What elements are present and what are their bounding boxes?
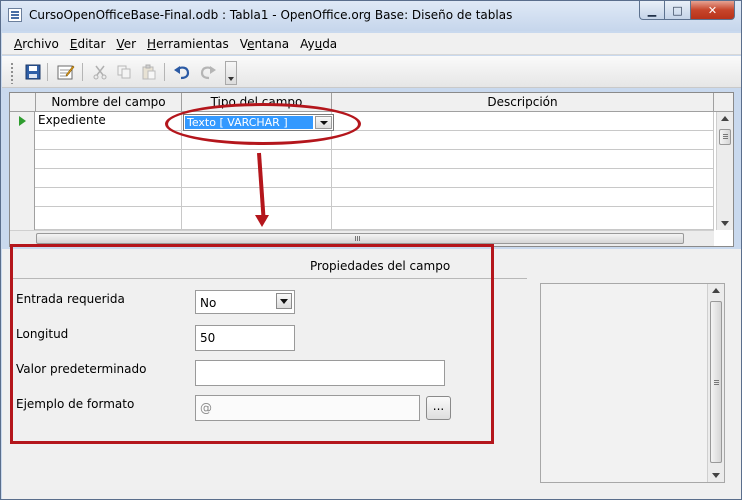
annotation-arrow-head bbox=[255, 215, 269, 234]
menu-archivo[interactable]: Archivo bbox=[14, 37, 59, 51]
title-bar[interactable]: CursoOpenOfficeBase-Final.odb : Tabla1 -… bbox=[1, 1, 741, 31]
column-header-description[interactable]: Descripción bbox=[332, 93, 714, 112]
menu-ventana[interactable]: Ventana bbox=[240, 37, 289, 51]
highlight-oval bbox=[165, 103, 361, 145]
undo-button[interactable] bbox=[172, 62, 192, 82]
field-description-cell[interactable] bbox=[332, 112, 714, 131]
scroll-down-arrow-icon[interactable] bbox=[712, 473, 720, 478]
field-description-cell[interactable] bbox=[332, 207, 714, 230]
scroll-up-arrow-icon[interactable] bbox=[721, 116, 729, 121]
app-icon bbox=[8, 8, 22, 22]
redo-button[interactable] bbox=[198, 62, 218, 82]
app-window: CursoOpenOfficeBase-Final.odb : Tabla1 -… bbox=[0, 0, 742, 500]
grip-icon bbox=[714, 380, 719, 381]
toolbar bbox=[2, 56, 741, 88]
undo-icon bbox=[174, 66, 190, 80]
close-button[interactable]: ✕ bbox=[691, 1, 735, 20]
field-name-cell[interactable] bbox=[36, 169, 182, 188]
scroll-up-arrow-icon[interactable] bbox=[712, 288, 720, 293]
toolbar-separator bbox=[82, 63, 83, 81]
redo-icon bbox=[200, 66, 216, 80]
row-header[interactable] bbox=[10, 207, 35, 230]
edit-index-icon bbox=[57, 65, 75, 80]
table-row[interactable]: Expediente bbox=[10, 112, 714, 131]
field-type-cell[interactable] bbox=[182, 188, 332, 207]
cut-icon bbox=[93, 65, 107, 80]
paste-icon bbox=[142, 64, 156, 80]
grip-icon bbox=[355, 236, 356, 241]
minimize-button[interactable]: ▁ bbox=[639, 1, 665, 20]
table-row[interactable] bbox=[10, 150, 714, 169]
table-row[interactable] bbox=[10, 131, 714, 150]
column-header-name[interactable]: Nombre del campo bbox=[36, 93, 182, 112]
field-description-cell[interactable] bbox=[332, 188, 714, 207]
row-header[interactable] bbox=[10, 131, 35, 150]
menu-herramientas[interactable]: Herramientas bbox=[147, 37, 229, 51]
window-controls: ▁ □ ✕ bbox=[639, 1, 735, 20]
menu-ver[interactable]: Ver bbox=[116, 37, 136, 51]
row-header[interactable] bbox=[10, 112, 35, 131]
toolbar-separator bbox=[47, 63, 48, 81]
current-row-arrow-icon bbox=[19, 116, 26, 126]
table-row[interactable] bbox=[10, 169, 714, 188]
field-description-cell[interactable] bbox=[332, 169, 714, 188]
toolbar-overflow-button[interactable] bbox=[225, 61, 237, 85]
index-design-button[interactable] bbox=[56, 62, 76, 82]
help-scrollbar[interactable] bbox=[707, 284, 724, 482]
table-row[interactable] bbox=[10, 207, 714, 230]
field-name-cell[interactable] bbox=[36, 207, 182, 230]
highlight-rectangle bbox=[10, 244, 494, 444]
field-name-cell[interactable] bbox=[36, 131, 182, 150]
scrollbar-thumb[interactable] bbox=[719, 129, 731, 145]
scrollbar-thumb[interactable] bbox=[36, 233, 684, 244]
row-header[interactable] bbox=[10, 188, 35, 207]
copy-icon bbox=[117, 65, 131, 79]
grip-icon bbox=[723, 134, 728, 135]
save-icon bbox=[25, 64, 41, 80]
help-text-box bbox=[540, 283, 725, 483]
field-description-cell[interactable] bbox=[332, 131, 714, 150]
row-header[interactable] bbox=[10, 150, 35, 169]
save-button[interactable] bbox=[23, 62, 43, 82]
field-type-cell[interactable] bbox=[182, 169, 332, 188]
row-header[interactable] bbox=[10, 169, 35, 188]
toolbar-grip[interactable] bbox=[10, 62, 14, 84]
window-title: CursoOpenOfficeBase-Final.odb : Tabla1 -… bbox=[29, 8, 513, 22]
scrollbar-thumb[interactable] bbox=[710, 301, 722, 463]
table-design-grid: Nombre del campo Tipo del campo Descripc… bbox=[9, 92, 734, 247]
paste-button[interactable] bbox=[139, 62, 159, 82]
field-name-cell[interactable] bbox=[36, 188, 182, 207]
table-row[interactable] bbox=[10, 188, 714, 207]
toolbar-separator bbox=[164, 63, 165, 81]
cut-button[interactable] bbox=[90, 62, 110, 82]
field-name-cell[interactable] bbox=[36, 150, 182, 169]
field-description-cell[interactable] bbox=[332, 150, 714, 169]
field-name-cell[interactable]: Expediente bbox=[36, 112, 182, 131]
corner-cell bbox=[10, 93, 36, 112]
vertical-scrollbar[interactable] bbox=[716, 112, 733, 230]
maximize-button[interactable]: □ bbox=[665, 1, 691, 20]
menu-bar: Archivo Editar Ver Herramientas Ventana … bbox=[2, 33, 741, 55]
menu-ayuda[interactable]: Ayuda bbox=[300, 37, 337, 51]
scroll-down-arrow-icon[interactable] bbox=[721, 221, 729, 226]
copy-button[interactable] bbox=[114, 62, 134, 82]
grid-header: Nombre del campo Tipo del campo Descripc… bbox=[10, 93, 733, 112]
menu-editar[interactable]: Editar bbox=[70, 37, 106, 51]
